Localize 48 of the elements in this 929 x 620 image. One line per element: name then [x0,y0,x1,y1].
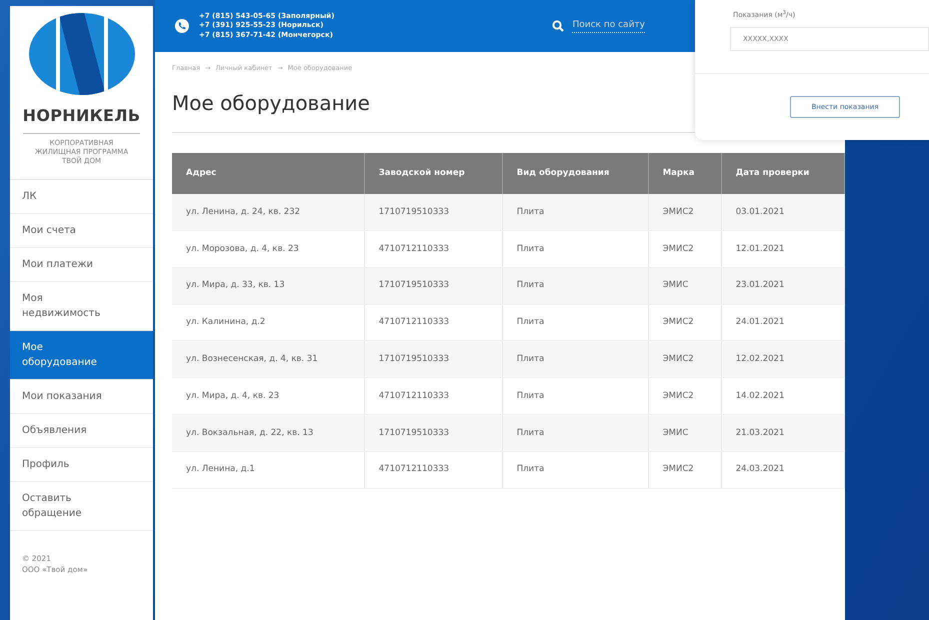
table-cell: 1710719510333 [364,340,502,378]
page-title: Мое оборудование [172,90,370,115]
table-cell: ул. Ленина, д.1 [172,451,364,488]
table-cell: ЭМИС2 [648,451,722,488]
sidebar-item[interactable]: Мои платежи [10,248,153,282]
column-header: Марка [648,152,722,194]
sidebar-item[interactable]: Мои показания [10,380,153,414]
table-cell: 1710719510333 [364,267,502,304]
sidebar-item[interactable]: Мое оборудование [10,331,153,380]
table-cell: 21.03.2021 [721,414,844,452]
table-cell: 4710712110333 [364,230,502,268]
table-cell: Плита [502,194,648,231]
table-cell: ул. Вознесенская, д. 4, кв. 31 [172,340,364,378]
table-cell: ул. Ленина, д. 24, кв. 232 [172,194,364,231]
table-cell: Плита [502,451,648,488]
table-cell: 12.01.2021 [721,230,844,268]
table-cell: Плита [502,414,648,452]
column-header: Вид оборудования [502,152,648,194]
column-header: Адрес [172,152,364,194]
table-cell: ЭМИС2 [648,194,722,231]
table-cell: Плита [502,230,648,268]
table-cell: 4710712110333 [364,451,502,488]
sidebar-item[interactable]: Мои счета [10,214,153,248]
table-cell: Плита [502,267,648,304]
table-cell: ЭМИС2 [648,230,722,268]
table-cell: Плита [502,340,648,378]
table-cell: 1710719510333 [364,414,502,452]
table-cell: ул. Мира, д. 33, кв. 13 [172,267,364,304]
table-cell: ЭМИС [648,414,722,452]
sidebar-item[interactable]: Профиль [10,448,153,482]
table-cell: 24.03.2021 [721,451,844,488]
table-cell: 03.01.2021 [721,194,844,231]
sidebar-item[interactable]: ЛК [10,180,153,214]
sidebar-item[interactable]: Оставить обращение [10,482,153,531]
table-cell: 23.01.2021 [721,267,844,304]
phone-icon [175,19,189,33]
column-header: Дата проверки [721,152,844,194]
column-header: Заводской номер [364,152,502,194]
table-cell: 1710719510333 [364,194,502,231]
table-cell: ЭМИС [648,267,722,304]
search-icon[interactable] [552,20,564,32]
table-cell: ЭМИС2 [648,340,722,378]
table-cell: ул. Вокзальная, д. 22, кв. 13 [172,414,364,452]
brand-name: НОРНИКЕЛЬ [22,104,140,134]
table-cell: 12.02.2021 [721,340,844,378]
sidebar-item[interactable]: Объявления [10,414,153,448]
table-cell: ул. Морозова, д. 4, кв. 23 [172,230,364,268]
search-link[interactable]: Поиск по сайту [572,18,645,34]
